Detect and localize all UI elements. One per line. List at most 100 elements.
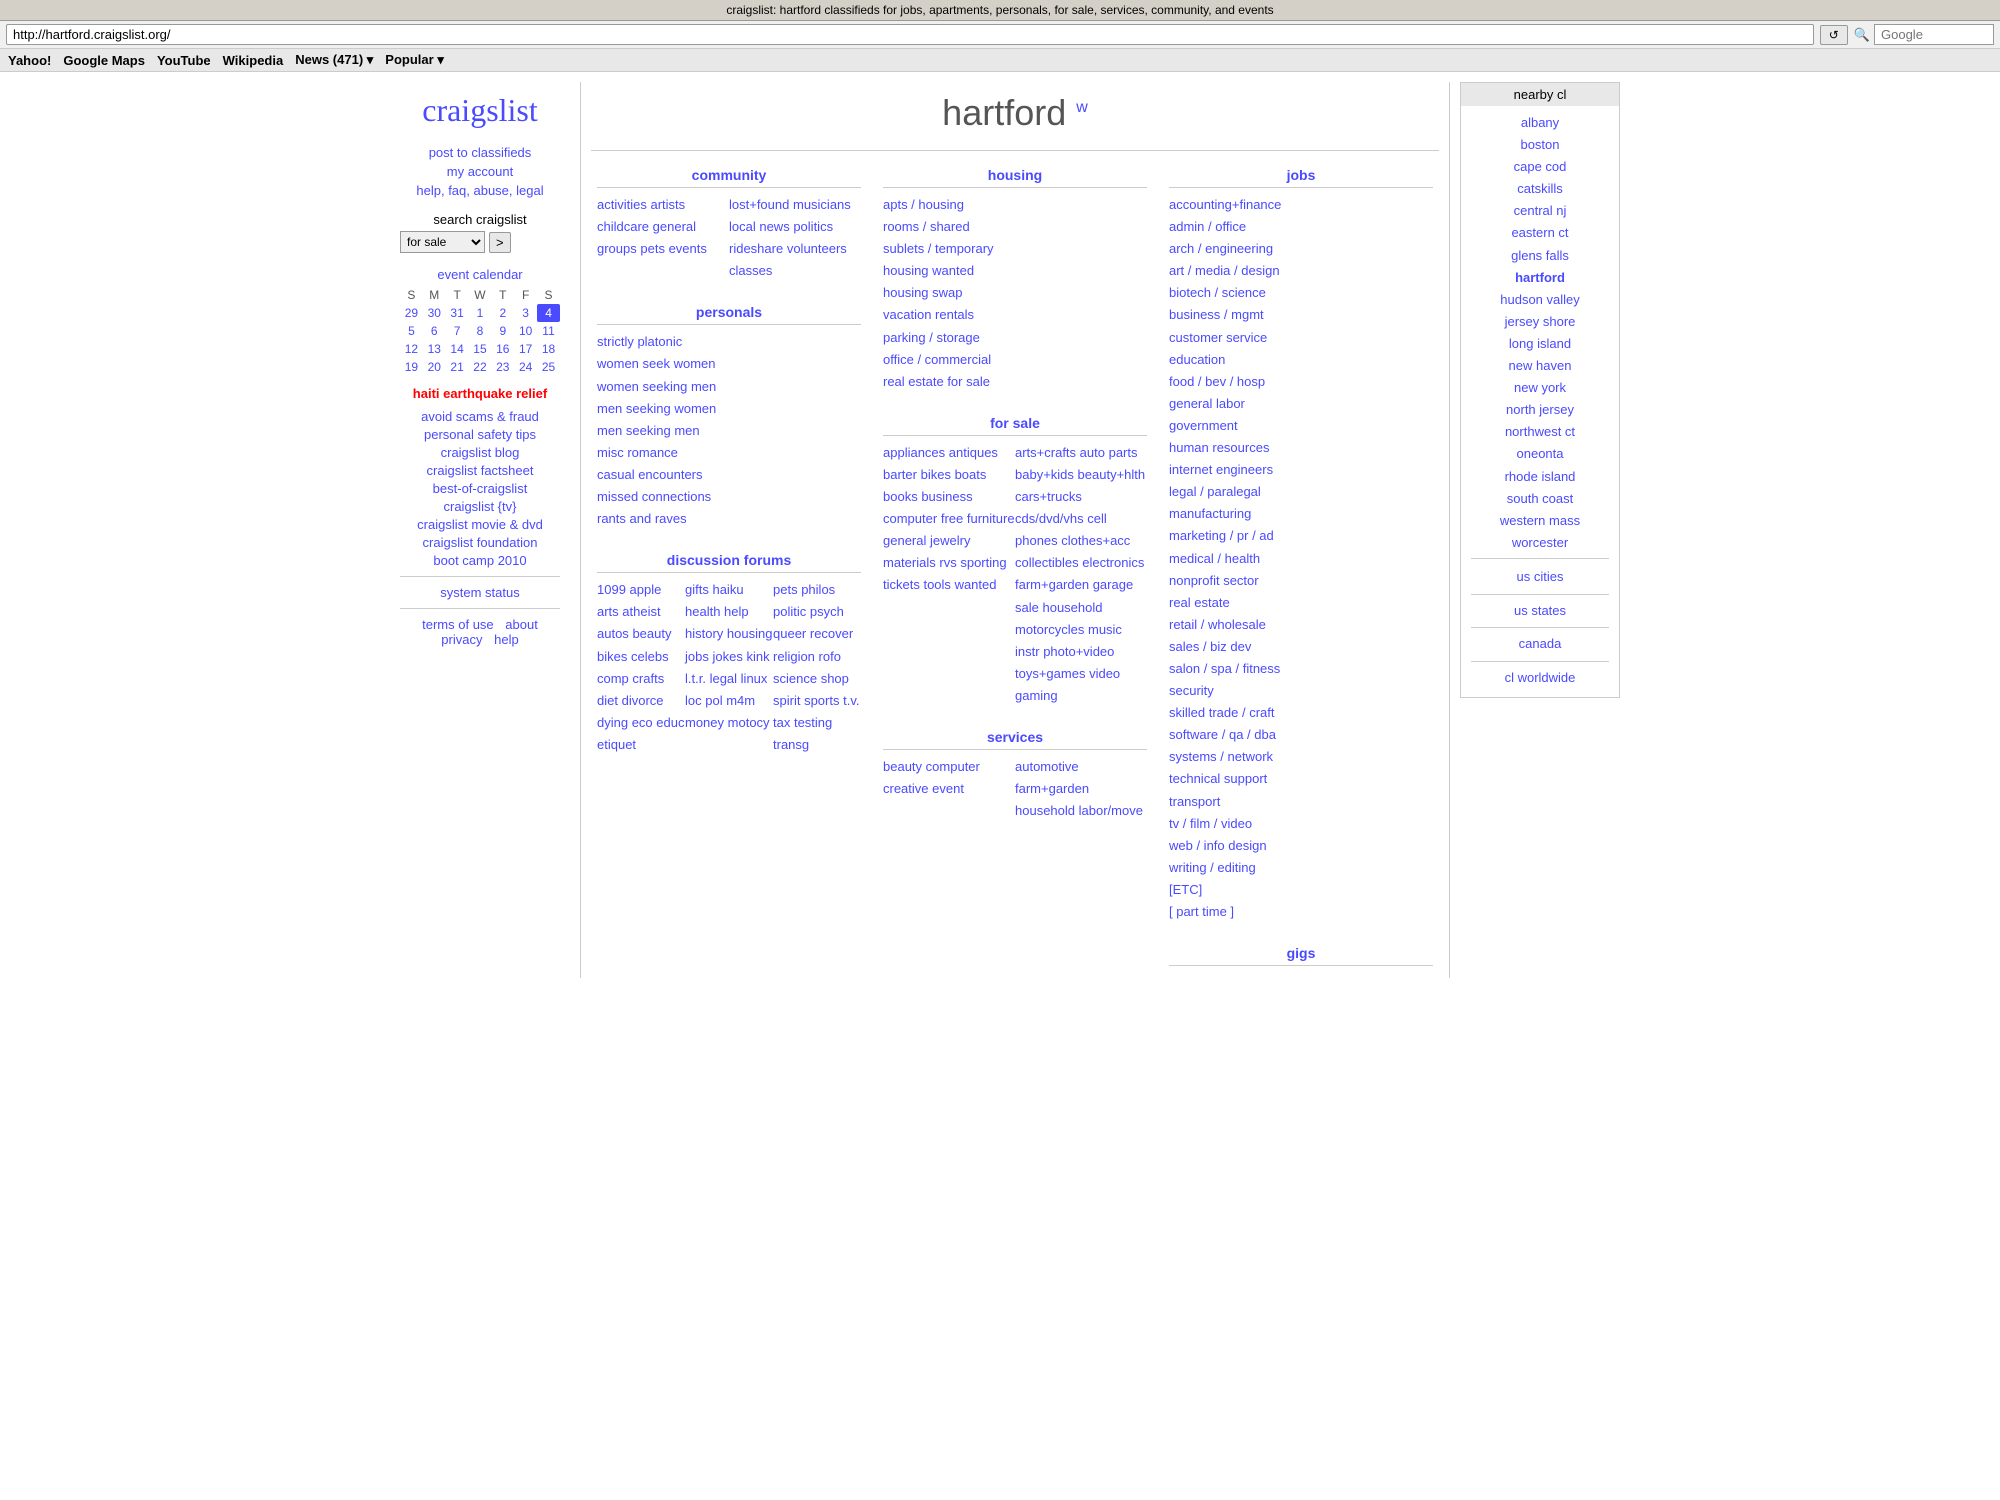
job-systems[interactable]: systems / network bbox=[1169, 746, 1433, 768]
search-category-select[interactable]: for sale housing jobs personals services… bbox=[400, 231, 485, 253]
help-link[interactable]: help, faq, abuse, legal bbox=[400, 183, 560, 198]
craigslist-logo[interactable]: craigslist bbox=[400, 92, 560, 129]
forum-gifts[interactable]: gifts bbox=[685, 582, 709, 597]
forum-atheist[interactable]: atheist bbox=[622, 604, 660, 619]
sale-barter[interactable]: barter bbox=[883, 467, 917, 482]
forum-recover[interactable]: recover bbox=[810, 626, 853, 641]
housing-sublets[interactable]: sublets / temporary bbox=[883, 238, 1147, 260]
nearby-eastern-ct[interactable]: eastern ct bbox=[1471, 222, 1609, 244]
nearby-glens-falls[interactable]: glens falls bbox=[1471, 245, 1609, 267]
forum-politic[interactable]: politic bbox=[773, 604, 806, 619]
service-farm-garden[interactable]: farm+garden bbox=[1015, 781, 1089, 796]
forum-psych[interactable]: psych bbox=[810, 604, 844, 619]
cal-day[interactable]: 1 bbox=[469, 304, 492, 322]
search-go-button[interactable]: > bbox=[489, 232, 511, 253]
forum-diet[interactable]: diet bbox=[597, 693, 618, 708]
personals-men-seeking-women[interactable]: men seeking women bbox=[597, 398, 861, 420]
forum-history[interactable]: history bbox=[685, 626, 723, 641]
personals-strictly-platonic[interactable]: strictly platonic bbox=[597, 331, 861, 353]
cal-day-today[interactable]: 4 bbox=[537, 304, 560, 322]
cal-day[interactable]: 8 bbox=[469, 322, 492, 340]
cl-worldwide-link[interactable]: cl worldwide bbox=[1471, 666, 1609, 691]
bootcamp-link[interactable]: boot camp 2010 bbox=[400, 553, 560, 568]
forum-comp[interactable]: comp bbox=[597, 671, 629, 686]
nearby-hudson-valley[interactable]: hudson valley bbox=[1471, 289, 1609, 311]
job-part-time[interactable]: [ part time ] bbox=[1169, 901, 1433, 923]
personals-women-seek-women[interactable]: women seek women bbox=[597, 353, 861, 375]
housing-wanted[interactable]: housing wanted bbox=[883, 260, 1147, 282]
about-link[interactable]: about bbox=[505, 617, 538, 632]
cal-day[interactable]: 22 bbox=[469, 358, 492, 376]
nearby-new-york[interactable]: new york bbox=[1471, 377, 1609, 399]
movie-dvd-link[interactable]: craigslist movie & dvd bbox=[400, 517, 560, 532]
forum-legal[interactable]: legal bbox=[710, 671, 737, 686]
cal-day[interactable]: 10 bbox=[514, 322, 537, 340]
sale-electronics[interactable]: electronics bbox=[1082, 555, 1144, 570]
job-software[interactable]: software / qa / dba bbox=[1169, 724, 1433, 746]
sale-appliances[interactable]: appliances bbox=[883, 445, 945, 460]
sale-bikes[interactable]: bikes bbox=[921, 467, 951, 482]
job-transport[interactable]: transport bbox=[1169, 791, 1433, 813]
forum-1099[interactable]: 1099 bbox=[597, 582, 626, 597]
sale-beauty[interactable]: beauty+hlth bbox=[1078, 467, 1146, 482]
job-tv[interactable]: tv / film / video bbox=[1169, 813, 1433, 835]
help-footer-link[interactable]: help bbox=[494, 632, 519, 647]
service-automotive[interactable]: automotive bbox=[1015, 759, 1079, 774]
forum-linux[interactable]: linux bbox=[741, 671, 768, 686]
sale-business[interactable]: business bbox=[921, 489, 972, 504]
forum-sports[interactable]: sports bbox=[804, 693, 839, 708]
sale-furniture[interactable]: furniture bbox=[967, 511, 1015, 526]
housing-vacation[interactable]: vacation rentals bbox=[883, 304, 1147, 326]
job-marketing[interactable]: marketing / pr / ad bbox=[1169, 525, 1433, 547]
sale-baby-kids[interactable]: baby+kids bbox=[1015, 467, 1074, 482]
cal-day[interactable]: 14 bbox=[446, 340, 469, 358]
forum-celebs[interactable]: celebs bbox=[631, 649, 669, 664]
nearby-boston[interactable]: boston bbox=[1471, 134, 1609, 156]
tv-link[interactable]: craigslist {tv} bbox=[400, 499, 560, 514]
terms-link[interactable]: terms of use bbox=[422, 617, 494, 632]
community-link-childcare[interactable]: childcare bbox=[597, 219, 649, 234]
system-status-link[interactable]: system status bbox=[440, 585, 519, 600]
cal-day[interactable]: 2 bbox=[491, 304, 514, 322]
job-medical[interactable]: medical / health bbox=[1169, 548, 1433, 570]
community-link-local-news[interactable]: local news bbox=[729, 219, 790, 234]
job-etc[interactable]: [ETC] bbox=[1169, 879, 1433, 901]
job-technical[interactable]: technical support bbox=[1169, 768, 1433, 790]
personals-missed-connections[interactable]: missed connections bbox=[597, 486, 861, 508]
nearby-north-jersey[interactable]: north jersey bbox=[1471, 399, 1609, 421]
foundation-link[interactable]: craigslist foundation bbox=[400, 535, 560, 550]
community-link-events[interactable]: events bbox=[669, 241, 707, 256]
us-cities-link[interactable]: us cities bbox=[1471, 565, 1609, 590]
job-accounting[interactable]: accounting+finance bbox=[1169, 194, 1433, 216]
forum-divorce[interactable]: divorce bbox=[622, 693, 664, 708]
forum-bikes[interactable]: bikes bbox=[597, 649, 627, 664]
bookmark-news[interactable]: News (471) bbox=[295, 52, 373, 68]
forum-loc-pol[interactable]: loc pol bbox=[685, 693, 723, 708]
forum-kink[interactable]: kink bbox=[746, 649, 769, 664]
nearby-northwest-ct[interactable]: northwest ct bbox=[1471, 421, 1609, 443]
personals-women-seeking-men[interactable]: women seeking men bbox=[597, 376, 861, 398]
forum-religion[interactable]: religion bbox=[773, 649, 815, 664]
forum-tax[interactable]: tax bbox=[773, 715, 790, 730]
forum-arts[interactable]: arts bbox=[597, 604, 619, 619]
sale-free[interactable]: free bbox=[941, 511, 963, 526]
job-manufacturing[interactable]: manufacturing bbox=[1169, 503, 1433, 525]
cal-day[interactable]: 12 bbox=[400, 340, 423, 358]
forum-crafts[interactable]: crafts bbox=[632, 671, 664, 686]
sale-wanted[interactable]: wanted bbox=[955, 577, 997, 592]
cal-day[interactable]: 18 bbox=[537, 340, 560, 358]
cal-day[interactable]: 29 bbox=[400, 304, 423, 322]
job-nonprofit[interactable]: nonprofit sector bbox=[1169, 570, 1433, 592]
sale-cds[interactable]: cds/dvd/vhs bbox=[1015, 511, 1084, 526]
service-labor-move[interactable]: labor/move bbox=[1079, 803, 1143, 818]
forum-money[interactable]: money bbox=[685, 715, 724, 730]
job-customer-service[interactable]: customer service bbox=[1169, 327, 1433, 349]
cal-day[interactable]: 9 bbox=[491, 322, 514, 340]
forum-jokes[interactable]: jokes bbox=[712, 649, 742, 664]
blog-link[interactable]: craigslist blog bbox=[400, 445, 560, 460]
forum-housing[interactable]: housing bbox=[727, 626, 773, 641]
bookmark-google-maps[interactable]: Google Maps bbox=[63, 53, 145, 68]
avoid-scams-link[interactable]: avoid scams & fraud bbox=[400, 409, 560, 424]
forum-haiku[interactable]: haiku bbox=[712, 582, 743, 597]
sale-rvs[interactable]: rvs bbox=[939, 555, 956, 570]
